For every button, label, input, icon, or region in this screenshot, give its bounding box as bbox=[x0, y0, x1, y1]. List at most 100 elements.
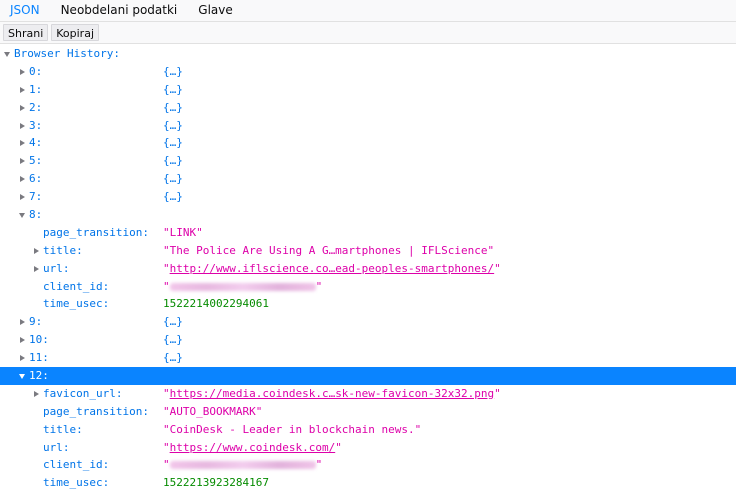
url-link[interactable]: https://www.coindesk.com/ bbox=[170, 441, 336, 454]
row-value: {…} bbox=[163, 118, 183, 132]
row-key: favicon_url: bbox=[43, 386, 123, 400]
row-key: 11: bbox=[29, 351, 49, 365]
tree-row-item-10[interactable]: 10: {…} bbox=[0, 331, 736, 349]
tree-row-item-3[interactable]: 3: {…} bbox=[0, 117, 736, 135]
row-key: 9: bbox=[29, 315, 43, 329]
collapsed-arrow-icon[interactable] bbox=[34, 265, 39, 272]
row-key: client_id: bbox=[43, 279, 110, 293]
collapsed-arrow-icon[interactable] bbox=[20, 86, 25, 93]
row-value: "https://media.coindesk.c…sk-new-favicon… bbox=[163, 385, 501, 403]
collapsed-arrow-icon[interactable] bbox=[34, 390, 39, 397]
row-key: 4: bbox=[29, 136, 43, 150]
quote-mark: " bbox=[315, 458, 323, 472]
row-value: "https://www.coindesk.com/" bbox=[163, 439, 342, 457]
collapsed-arrow-icon[interactable] bbox=[20, 68, 25, 75]
expanded-arrow-icon[interactable] bbox=[19, 213, 25, 219]
row-key: client_id: bbox=[43, 458, 110, 472]
tree-row-page-transition[interactable]: page_transition: "LINK" bbox=[0, 224, 736, 242]
row-key: 7: bbox=[29, 190, 43, 204]
tree-row-item-9[interactable]: 9: {…} bbox=[0, 313, 736, 331]
row-key: title: bbox=[43, 422, 83, 436]
url-link[interactable]: https://media.coindesk.c…sk-new-favicon-… bbox=[170, 387, 495, 400]
tab-raw-data[interactable]: Neobdelani podatki bbox=[51, 0, 189, 21]
row-key: 12: bbox=[29, 369, 49, 383]
row-value: {…} bbox=[163, 64, 183, 78]
row-value: {…} bbox=[163, 154, 183, 168]
tree-row-root[interactable]: Browser History: bbox=[0, 45, 736, 63]
collapsed-arrow-icon[interactable] bbox=[20, 337, 25, 344]
row-key: url: bbox=[43, 440, 70, 454]
save-button[interactable]: Shrani bbox=[3, 24, 49, 41]
tree-row-item-8[interactable]: 8: bbox=[0, 206, 736, 224]
tree-row-item-7[interactable]: 7: {…} bbox=[0, 188, 736, 206]
row-key: time_usec: bbox=[43, 476, 110, 490]
row-value: "CoinDesk - Leader in blockchain news." bbox=[163, 422, 422, 436]
row-value: "The Police Are Using A G…martphones | I… bbox=[163, 243, 495, 257]
row-key: 10: bbox=[29, 333, 49, 347]
tree-row-title[interactable]: title: "The Police Are Using A G…martpho… bbox=[0, 242, 736, 260]
quote-mark: " bbox=[163, 386, 170, 400]
redacted-value bbox=[169, 461, 316, 470]
collapsed-arrow-icon[interactable] bbox=[20, 158, 25, 165]
row-value: {…} bbox=[163, 333, 183, 347]
redacted-value bbox=[169, 282, 316, 291]
collapsed-arrow-icon[interactable] bbox=[20, 140, 25, 147]
url-link[interactable]: http://www.iflscience.co…ead-peoples-sma… bbox=[170, 262, 495, 275]
quote-mark: " bbox=[163, 279, 170, 293]
expanded-arrow-icon[interactable] bbox=[4, 52, 10, 57]
tree-row-time-usec[interactable]: time_usec: 1522213923284167 bbox=[0, 474, 736, 491]
collapsed-arrow-icon[interactable] bbox=[20, 122, 25, 129]
tree-row-item-0[interactable]: 0: {…} bbox=[0, 63, 736, 81]
tree-row-item-2[interactable]: 2: {…} bbox=[0, 99, 736, 117]
row-value: 1522213923284167 bbox=[163, 476, 269, 490]
row-key: page_transition: bbox=[43, 225, 149, 239]
collapsed-arrow-icon[interactable] bbox=[20, 355, 25, 362]
tree-row-favicon-url[interactable]: favicon_url: "https://media.coindesk.c…s… bbox=[0, 385, 736, 403]
collapsed-arrow-icon[interactable] bbox=[20, 176, 25, 183]
quote-mark: " bbox=[315, 279, 323, 293]
row-key: 2: bbox=[29, 100, 43, 114]
tree-row-url[interactable]: url: "https://www.coindesk.com/" bbox=[0, 439, 736, 457]
row-key: 3: bbox=[29, 118, 43, 132]
copy-button[interactable]: Kopiraj bbox=[51, 24, 100, 41]
tree-row-item-6[interactable]: 6: {…} bbox=[0, 170, 736, 188]
row-key: 1: bbox=[29, 82, 43, 96]
row-value: {…} bbox=[163, 190, 183, 204]
row-value: {…} bbox=[163, 100, 183, 114]
tree-row-url[interactable]: url: "http://www.iflscience.co…ead-peopl… bbox=[0, 260, 736, 278]
tree-row-title[interactable]: title: "CoinDesk - Leader in blockchain … bbox=[0, 421, 736, 439]
row-value: {…} bbox=[163, 315, 183, 329]
tab-json[interactable]: JSON bbox=[0, 0, 51, 21]
quote-mark: " bbox=[163, 261, 170, 275]
tree-row-item-11[interactable]: 11: {…} bbox=[0, 349, 736, 367]
json-toolbar: Shrani Kopiraj bbox=[0, 22, 736, 44]
collapsed-arrow-icon[interactable] bbox=[20, 104, 25, 111]
tree-row-item-5[interactable]: 5: {…} bbox=[0, 152, 736, 170]
tree-row-client-id[interactable]: client_id: " " bbox=[0, 456, 736, 474]
tree-row-item-12[interactable]: 12: bbox=[0, 367, 736, 385]
tab-headers[interactable]: Glave bbox=[188, 0, 243, 21]
viewer-tabs: JSON Neobdelani podatki Glave bbox=[0, 0, 736, 22]
row-key: page_transition: bbox=[43, 404, 149, 418]
row-value: 1522214002294061 bbox=[163, 297, 269, 311]
collapsed-arrow-icon[interactable] bbox=[34, 247, 39, 254]
row-key: url: bbox=[43, 261, 70, 275]
tree-row-item-1[interactable]: 1: {…} bbox=[0, 81, 736, 99]
expanded-arrow-icon[interactable] bbox=[19, 374, 25, 380]
row-value: {…} bbox=[163, 351, 183, 365]
row-key: time_usec: bbox=[43, 297, 110, 311]
tree-row-page-transition[interactable]: page_transition: "AUTO_BOOKMARK" bbox=[0, 403, 736, 421]
row-key: 5: bbox=[29, 154, 43, 168]
tree-row-client-id[interactable]: client_id: " " bbox=[0, 278, 736, 296]
collapsed-arrow-icon[interactable] bbox=[20, 319, 25, 326]
collapsed-arrow-icon[interactable] bbox=[20, 194, 25, 201]
row-key: 0: bbox=[29, 64, 43, 78]
tree-row-item-4[interactable]: 4: {…} bbox=[0, 134, 736, 152]
row-value: "http://www.iflscience.co…ead-peoples-sm… bbox=[163, 260, 501, 278]
row-value: "AUTO_BOOKMARK" bbox=[163, 404, 263, 418]
quote-mark: " bbox=[163, 440, 170, 454]
row-value: {…} bbox=[163, 136, 183, 150]
row-value: " " bbox=[163, 456, 322, 474]
row-value: " " bbox=[163, 278, 322, 296]
tree-row-time-usec[interactable]: time_usec: 1522214002294061 bbox=[0, 295, 736, 313]
